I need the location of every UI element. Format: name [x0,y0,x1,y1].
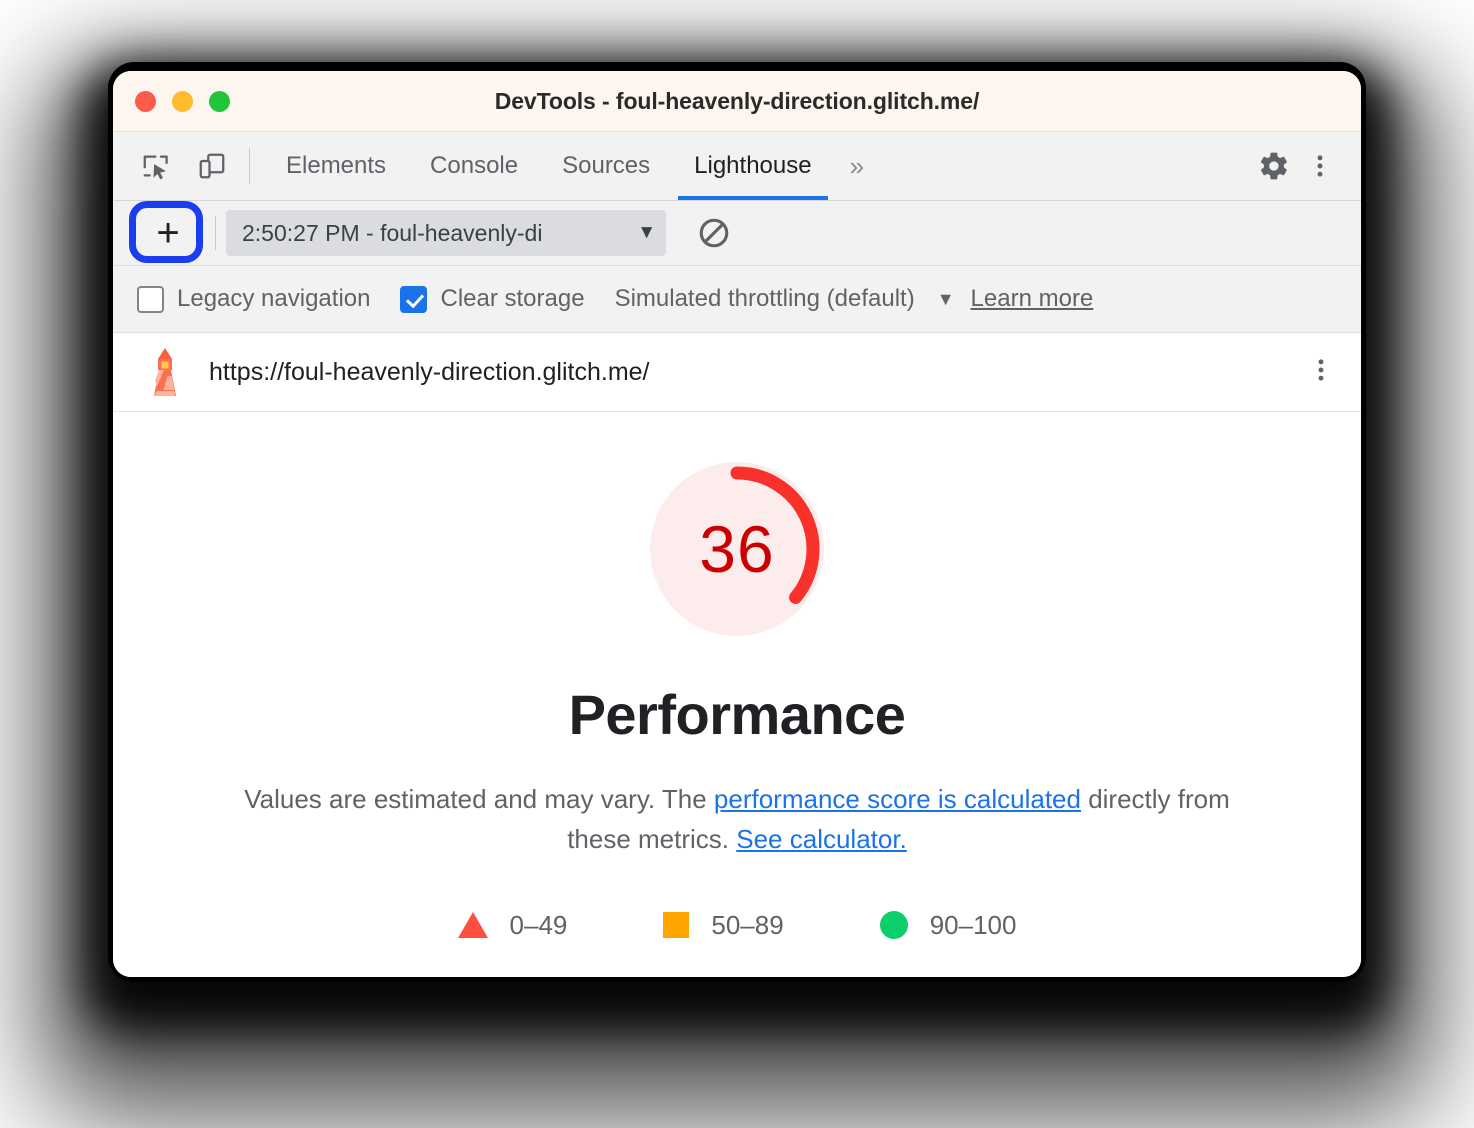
square-icon [663,912,690,939]
tab-elements[interactable]: Elements [264,132,408,200]
learn-more-link[interactable]: Learn more [971,285,1094,313]
devtools-tabbar: Elements Console Sources Lighthouse » [113,132,1361,201]
option-clear-storage[interactable]: Clear storage [400,285,585,313]
clear-storage-label: Clear storage [440,285,585,312]
tab-lighthouse-label: Lighthouse [694,152,812,179]
throttling-select-value[interactable]: Simulated throttling (default) [615,285,915,313]
lighthouse-toolbar-divider [215,216,216,250]
report-category-title: Performance [568,683,906,746]
minimize-window-button[interactable] [172,90,193,112]
plus-icon: + [156,211,180,255]
circle-icon [879,911,908,940]
close-window-button[interactable] [135,90,156,112]
tab-sources[interactable]: Sources [540,132,672,200]
legend-item-average: 50–89 [663,909,784,941]
report-description: Values are estimated and may vary. The p… [242,779,1232,860]
new-report-button[interactable]: + [129,201,203,263]
tab-sources-label: Sources [562,152,651,179]
report-options-button[interactable] [1307,356,1335,389]
clear-all-icon [699,218,729,248]
gear-icon [1260,152,1287,180]
chevron-double-right-icon: » [849,150,865,181]
window-titlebar: DevTools - foul-heavenly-direction.glitc… [113,71,1361,132]
report-select[interactable]: 2:50:27 PM - foul-heavenly-di ▼ [226,210,666,256]
clear-all-button[interactable] [692,211,736,255]
triangle-icon [457,912,488,939]
device-toolbar-icon [199,153,225,179]
tab-console-label: Console [430,152,519,179]
see-calculator-link[interactable]: See calculator. [736,824,907,854]
legend-label-fail: 0–49 [509,909,568,940]
kebab-menu-icon [1317,155,1323,177]
kebab-menu-icon [1318,358,1324,381]
legend-label-average: 50–89 [711,909,784,940]
legacy-navigation-checkbox[interactable] [137,285,164,313]
tabbar-left-icons [113,132,235,200]
clear-storage-checkbox[interactable] [400,285,428,313]
tab-console[interactable]: Console [408,132,540,200]
legacy-navigation-label: Legacy navigation [177,285,371,312]
lighthouse-icon [154,348,176,396]
score-legend: 0–49 50–89 90–100 [457,909,1017,941]
devtools-window: DevTools - foul-heavenly-direction.glitc… [113,71,1361,977]
legend-item-pass: 90–100 [879,909,1017,941]
performance-score-gauge: 36 [642,454,832,644]
tab-elements-label: Elements [286,152,387,179]
report-description-part-1: Values are estimated and may vary. The [244,784,714,814]
report-select-value: 2:50:27 PM - foul-heavenly-di [242,219,543,246]
tabbar-right-icons [1214,132,1361,200]
main-menu-button[interactable] [1297,143,1343,189]
window-title: DevTools - foul-heavenly-direction.glitc… [494,87,980,114]
performance-score-calculated-link[interactable]: performance score is calculated [714,784,1081,814]
legend-label-pass: 90–100 [929,909,1017,940]
devtools-tab-list: Elements Console Sources Lighthouse [264,132,834,200]
option-legacy-navigation[interactable]: Legacy navigation [137,285,370,313]
chevron-down-icon: ▼ [637,222,656,243]
inspect-element-button[interactable] [133,143,179,189]
maximize-window-button[interactable] [209,90,230,112]
traffic-light-group [113,90,230,112]
legend-item-fail: 0–49 [457,909,568,941]
report-url-row: https://foul-heavenly-direction.glitch.m… [113,333,1361,412]
page-background: DevTools - foul-heavenly-direction.glitc… [0,0,1474,1128]
device-toolbar-button[interactable] [189,143,235,189]
throttling-chevron-down-icon[interactable]: ▼ [937,289,955,310]
more-tabs-button[interactable]: » [834,132,880,200]
tabbar-divider-left [249,148,250,184]
settings-button[interactable] [1251,143,1297,189]
performance-score-value: 36 [699,512,775,586]
inspect-element-icon [143,155,168,180]
lighthouse-toolbar: + 2:50:27 PM - foul-heavenly-di ▼ [113,201,1361,266]
report-url: https://foul-heavenly-direction.glitch.m… [209,357,650,386]
lighthouse-options-row: Legacy navigation Clear storage Simulate… [113,266,1361,333]
tab-lighthouse[interactable]: Lighthouse [672,132,833,200]
lighthouse-report: 36 Performance Values are estimated and … [113,412,1361,977]
